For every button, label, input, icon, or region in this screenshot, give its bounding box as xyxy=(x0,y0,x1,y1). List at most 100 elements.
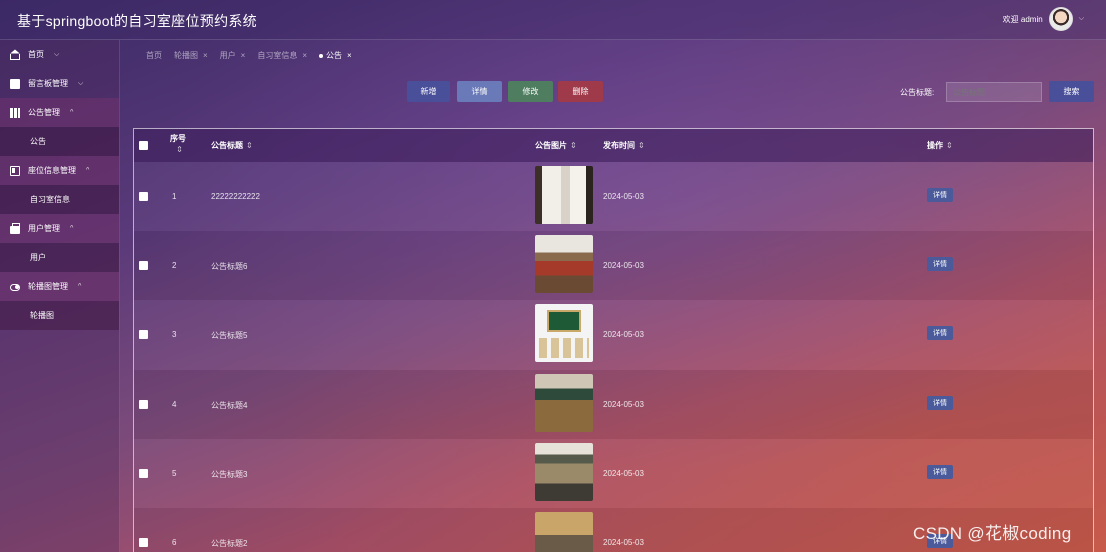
cell-time: 2024-05-03 xyxy=(603,537,644,547)
header-time: 发布时间 ⇕ xyxy=(603,141,645,150)
row-detail-button[interactable]: 详情 xyxy=(927,188,953,202)
welcome-text: 欢迎 admin xyxy=(1002,14,1043,24)
cell-title: 公告标题6 xyxy=(211,262,248,272)
search-input[interactable] xyxy=(946,82,1042,102)
sidebar-item-user-mgmt[interactable]: 用户管理 ^ xyxy=(0,214,119,243)
tab-carousel[interactable]: 轮播图 × xyxy=(174,50,208,61)
row-detail-button[interactable]: 详情 xyxy=(927,326,953,341)
cell-no: 4 xyxy=(172,399,177,409)
row-detail-button[interactable]: 详情 xyxy=(927,257,953,272)
header-title: 公告标题 ⇕ xyxy=(211,141,253,150)
home-icon xyxy=(10,53,20,60)
sort-icon[interactable]: ⇕ xyxy=(570,141,577,150)
top-bar: 基于springboot的自习室座位预约系统 欢迎 admin ⌵ xyxy=(0,0,1106,40)
tab-user[interactable]: 用户 × xyxy=(220,50,246,61)
sidebar: 首页 ⌵ 留言板管理 ⌵ 公告管理 ^ 公告 座位信息管理 ^ 自习室信息 用户管理 ^ … xyxy=(0,40,120,552)
row-checkbox[interactable] xyxy=(139,537,148,547)
sidebar-subitem-user[interactable]: 用户 xyxy=(0,243,119,272)
cell-title: 22222222222 xyxy=(211,192,260,201)
table-row: 2 公告标题6 2024-05-03 详情 xyxy=(134,231,1093,301)
row-checkbox[interactable] xyxy=(139,261,148,271)
sidebar-item-message-board[interactable]: 留言板管理 ⌵ xyxy=(0,69,119,98)
select-all-checkbox[interactable] xyxy=(139,141,148,150)
chart-icon xyxy=(10,107,20,118)
search-button[interactable]: 搜索 xyxy=(1049,81,1094,102)
tab-home[interactable]: 首页 xyxy=(146,50,162,61)
table-row: 1 22222222222 2024-05-03 详情 xyxy=(134,162,1093,231)
cell-no: 1 xyxy=(172,192,177,201)
sidebar-item-seat-info[interactable]: 座位信息管理 ^ xyxy=(0,156,119,185)
cell-title: 公告标题3 xyxy=(211,469,248,479)
avatar[interactable] xyxy=(1048,7,1073,31)
table-header: 序号 ⇕ 公告标题 ⇕ 公告图片 ⇕ 发布时间 ⇕ 操作 ⇕ xyxy=(134,129,1093,162)
sidebar-subitem-notice[interactable]: 公告 xyxy=(0,127,119,156)
cell-time: 2024-05-03 xyxy=(603,468,644,478)
chevron-up-icon: ^ xyxy=(86,167,90,174)
header-no: 序号 ⇕ xyxy=(170,134,186,154)
sidebar-item-home[interactable]: 首页 ⌵ xyxy=(0,40,119,69)
cell-time: 2024-05-03 xyxy=(603,330,644,340)
notice-image xyxy=(535,442,593,501)
sort-icon[interactable]: ⇕ xyxy=(176,145,183,154)
row-checkbox[interactable] xyxy=(139,399,148,409)
detail-button[interactable]: 详情 xyxy=(457,81,502,102)
user-menu[interactable]: 欢迎 admin ⌵ xyxy=(1003,7,1084,31)
message-icon xyxy=(10,78,20,89)
active-dot xyxy=(319,53,324,58)
delete-button[interactable]: 删除 xyxy=(558,81,603,102)
close-icon[interactable]: × xyxy=(302,51,307,60)
app-title: 基于springboot的自习室座位预约系统 xyxy=(17,13,257,29)
add-button[interactable]: 新增 xyxy=(407,81,450,102)
table-row: 5 公告标题3 2024-05-03 详情 xyxy=(134,439,1093,508)
user-icon xyxy=(10,222,20,234)
cell-no: 6 xyxy=(172,537,177,547)
notice-image xyxy=(535,235,593,294)
notice-image xyxy=(535,304,593,363)
sidebar-item-notice[interactable]: 公告管理 ^ xyxy=(0,98,119,127)
table-body: 1 22222222222 2024-05-03 详情 2 公告标题6 2024… xyxy=(134,162,1093,552)
cell-time: 2024-05-03 xyxy=(603,192,644,201)
sort-icon[interactable]: ⇕ xyxy=(946,141,953,150)
row-detail-button[interactable]: 详情 xyxy=(927,464,953,479)
close-icon[interactable]: × xyxy=(203,51,208,60)
cell-no: 2 xyxy=(172,261,177,271)
notice-image xyxy=(535,373,593,432)
row-checkbox[interactable] xyxy=(139,192,148,201)
row-checkbox[interactable] xyxy=(139,468,148,478)
chevron-down-icon: ⌵ xyxy=(54,50,60,58)
chevron-up-icon: ^ xyxy=(70,225,74,232)
sidebar-subitem-carousel[interactable]: 轮播图 xyxy=(0,301,119,330)
cell-title: 公告标题5 xyxy=(211,331,248,341)
cell-title: 公告标题4 xyxy=(211,400,248,410)
cell-no: 5 xyxy=(172,468,177,478)
notice-table: 序号 ⇕ 公告标题 ⇕ 公告图片 ⇕ 发布时间 ⇕ 操作 ⇕ 1 22222222222 … xyxy=(133,128,1094,552)
sidebar-subitem-study-room[interactable]: 自习室信息 xyxy=(0,185,119,214)
header-operation: 操作 ⇕ xyxy=(927,141,953,150)
card-icon xyxy=(10,165,20,176)
sort-icon[interactable]: ⇕ xyxy=(246,141,253,150)
notice-image xyxy=(535,166,593,224)
toggle-icon xyxy=(10,284,20,291)
close-icon[interactable]: × xyxy=(241,51,246,60)
cell-title: 公告标题2 xyxy=(211,538,248,548)
sort-icon[interactable]: ⇕ xyxy=(638,141,645,150)
chevron-up-icon: ^ xyxy=(70,109,74,116)
cell-no: 3 xyxy=(172,330,177,340)
chevron-down-icon[interactable]: ⌵ xyxy=(1079,15,1084,23)
notice-image xyxy=(535,511,593,552)
sidebar-item-carousel[interactable]: 轮播图管理 ^ xyxy=(0,272,119,301)
cell-time: 2024-05-03 xyxy=(603,261,644,271)
table-row: 4 公告标题4 2024-05-03 详情 xyxy=(134,369,1093,439)
cell-time: 2024-05-03 xyxy=(603,399,644,409)
tab-notice[interactable]: 公告 × xyxy=(319,50,352,61)
chevron-up-icon: ^ xyxy=(78,283,82,290)
close-icon[interactable]: × xyxy=(347,51,352,60)
tab-study-room[interactable]: 自习室信息 × xyxy=(257,50,307,61)
row-detail-button[interactable]: 详情 xyxy=(927,395,953,410)
search-label: 公告标题: xyxy=(900,88,935,97)
edit-button[interactable]: 修改 xyxy=(508,81,553,102)
table-row: 3 公告标题5 2024-05-03 详情 xyxy=(134,300,1093,369)
header-image: 公告图片 ⇕ xyxy=(535,141,577,150)
row-checkbox[interactable] xyxy=(139,330,148,340)
watermark: CSDN @花椒coding xyxy=(913,524,1072,543)
